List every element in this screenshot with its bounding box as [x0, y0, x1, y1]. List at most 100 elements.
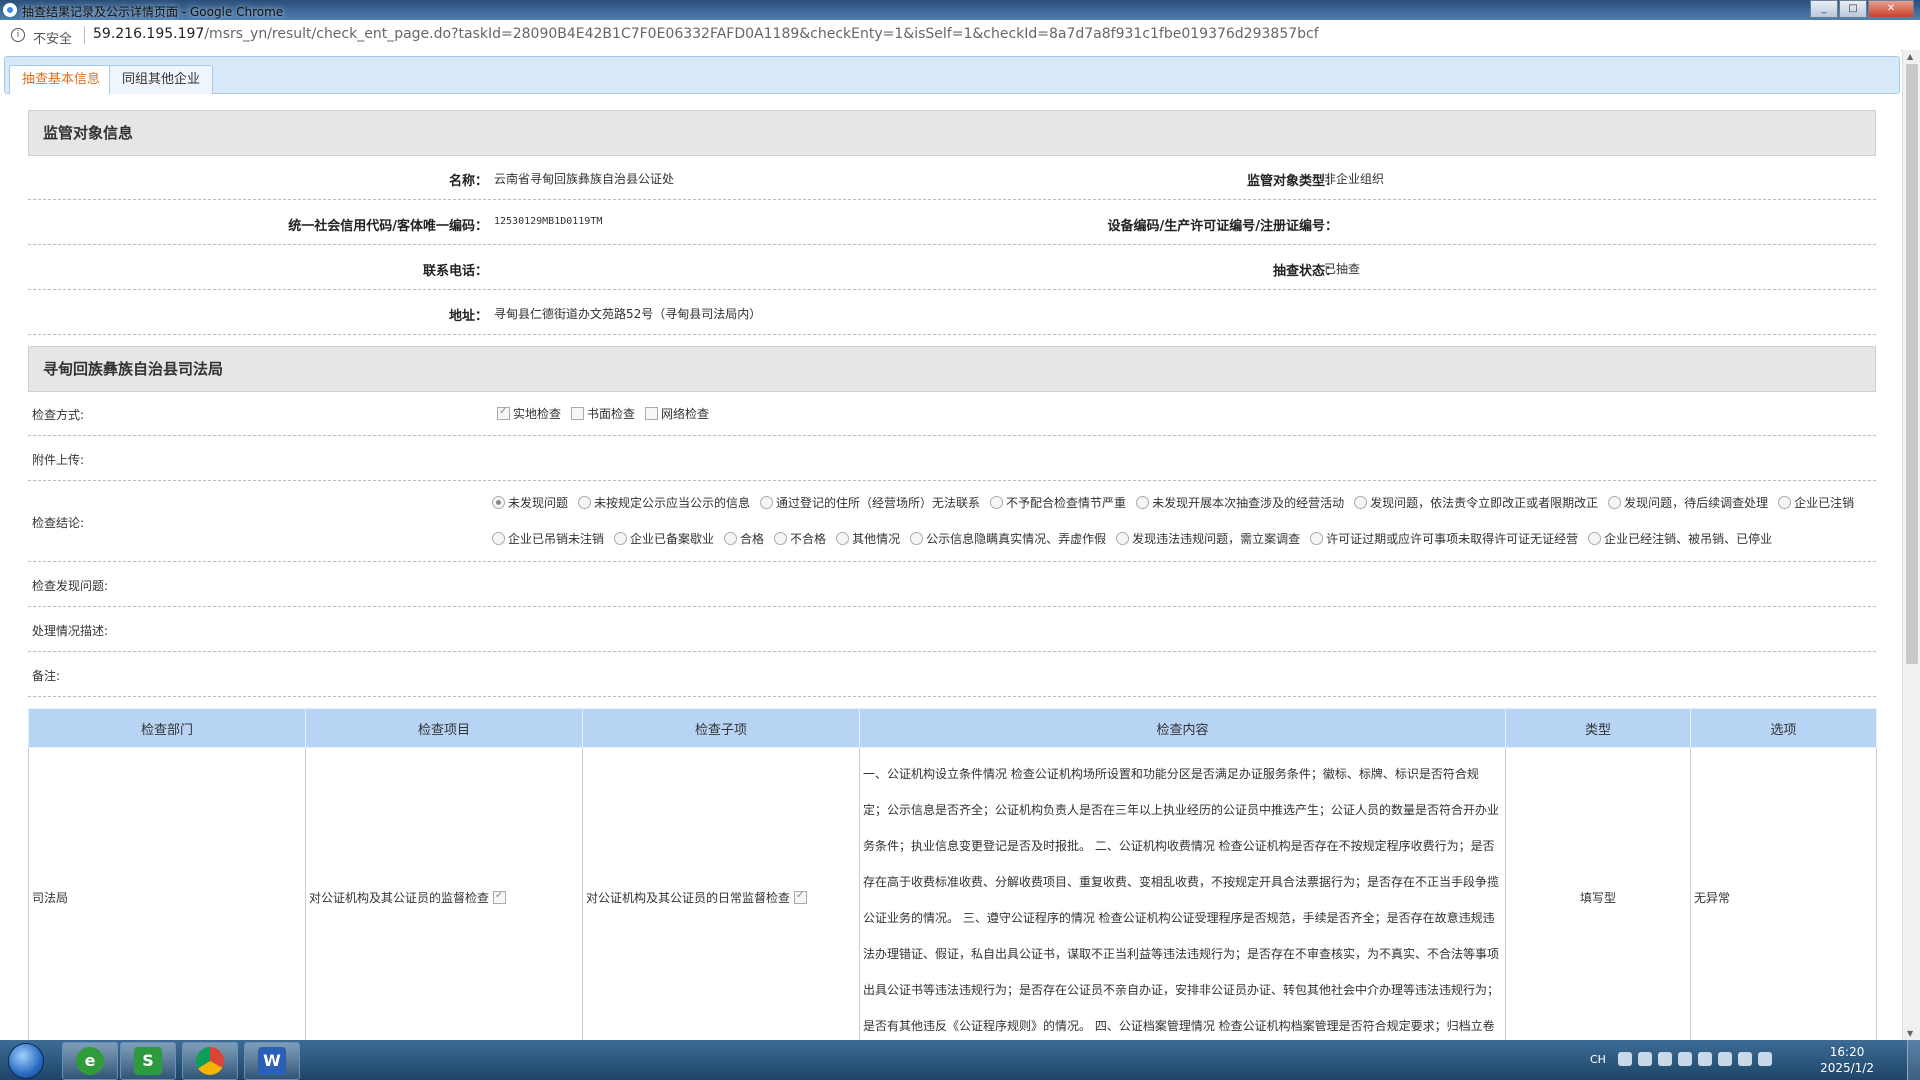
conclusion-radio[interactable]	[910, 532, 924, 545]
method-checkbox[interactable]	[571, 407, 585, 420]
conclusion-radio[interactable]	[760, 496, 774, 509]
row-code: 统一社会信用代码/客体唯一编码： 12530129MB1D0119TM 设备编码…	[28, 200, 1876, 245]
windows-logo-icon	[8, 1043, 44, 1079]
name-label: 名称：	[448, 174, 488, 189]
cell-subitem: 对公证机构及其公证员的日常监督检查	[582, 747, 860, 1040]
start-button[interactable]	[2, 1041, 50, 1079]
conclusion-radio[interactable]	[492, 532, 505, 545]
chrome-icon	[196, 1047, 224, 1075]
conclusion-option[interactable]: 不合格	[774, 532, 826, 546]
method-checkbox[interactable]	[645, 407, 659, 420]
address-separator	[84, 26, 85, 44]
method-option[interactable]: 实地检查	[497, 406, 561, 421]
show-desktop-button[interactable]	[1907, 1040, 1920, 1080]
cell-dept: 司法局	[28, 747, 306, 1040]
taskbar-app-browser[interactable]: e	[62, 1042, 118, 1080]
row-conclusion: 检查结论: 未发现问题 未按规定公示应当公示的信息 通过登记的住所（经营场所）无法联…	[28, 481, 1876, 562]
conclusion-radio[interactable]	[990, 496, 1004, 509]
method-checkbox[interactable]	[497, 406, 510, 420]
conclusion-radio[interactable]	[492, 496, 505, 509]
conclusion-option[interactable]: 发现违法违规问题，需立案调查	[1116, 532, 1300, 546]
conclusion-radio[interactable]	[1116, 532, 1130, 545]
vertical-scrollbar[interactable]: ▲ ▼	[1902, 50, 1920, 1040]
taskbar-app-chrome[interactable]	[182, 1042, 238, 1080]
minimize-button[interactable]: _	[1810, 0, 1838, 18]
scroll-thumb[interactable]	[1906, 64, 1918, 664]
volume-icon[interactable]	[1738, 1052, 1752, 1066]
status-label: 抽查状态：	[1272, 264, 1338, 279]
close-button[interactable]: ✕	[1868, 0, 1914, 18]
writer-icon: W	[258, 1047, 286, 1075]
taskbar-app-writer[interactable]: W	[244, 1042, 300, 1080]
arrow-up-icon[interactable]	[1638, 1052, 1652, 1066]
conclusion-option[interactable]: 不予配合检查情节严重	[990, 496, 1126, 510]
app-tray-icon[interactable]	[1698, 1052, 1712, 1066]
conclusion-option[interactable]: 许可证过期或应许可事项未取得许可证无证经营	[1310, 532, 1578, 546]
conclusion-radio[interactable]	[724, 532, 738, 545]
conclusion-option[interactable]: 企业已注销	[1778, 496, 1854, 510]
url-text[interactable]: 59.216.195.197/msrs_yn/result/check_ent_…	[93, 26, 1319, 42]
conclusion-radio[interactable]	[774, 532, 788, 545]
conclusion-option[interactable]: 企业已备案歇业	[614, 532, 714, 546]
ie-browser-icon: e	[76, 1047, 104, 1075]
clock-date: 2025/1/2	[1820, 1061, 1874, 1075]
shield-icon[interactable]	[1658, 1052, 1672, 1066]
tab-other-companies[interactable]: 同组其他企业	[109, 65, 214, 94]
conclusion-radio[interactable]	[1778, 496, 1792, 509]
header-content: 检查内容	[859, 708, 1506, 748]
name-value: 云南省寻甸回族彝族自治县公证处	[494, 172, 675, 186]
header-dept: 检查部门	[28, 708, 306, 748]
maximize-button[interactable]: □	[1839, 0, 1867, 18]
conclusion-radio[interactable]	[578, 496, 592, 509]
conclusion-option[interactable]: 未发现开展本次抽查涉及的经营活动	[1136, 496, 1344, 510]
conclusion-option[interactable]: 其他情况	[836, 532, 900, 546]
method-option[interactable]: 网络检查	[645, 407, 709, 421]
tab-basic-info[interactable]: 抽查基本信息	[9, 65, 114, 94]
type-label: 监管对象类型：	[1246, 174, 1338, 189]
address-bar[interactable]: i 不安全 59.216.195.197/msrs_yn/result/chec…	[0, 20, 1920, 51]
conclusion-radio[interactable]	[836, 532, 850, 545]
conclusion-option[interactable]: 未按规定公示应当公示的信息	[578, 496, 750, 510]
taskbar-app-spreadsheet[interactable]: S	[120, 1042, 176, 1080]
chrome-logo-icon	[3, 3, 17, 17]
conclusion-radio[interactable]	[1588, 532, 1602, 545]
scroll-up-icon[interactable]: ▲	[1907, 52, 1913, 61]
conclusion-radio[interactable]	[1354, 496, 1368, 509]
status-value: 已抽查	[1324, 262, 1361, 276]
network-icon[interactable]	[1718, 1052, 1732, 1066]
help-icon[interactable]	[1618, 1052, 1632, 1066]
clock[interactable]: 16:20 2025/1/2	[1820, 1044, 1874, 1076]
input-language[interactable]: CH	[1590, 1053, 1606, 1066]
conclusion-radio[interactable]	[614, 532, 628, 545]
conclusion-option[interactable]: 发现问题，依法责令立即改正或者限期改正	[1354, 496, 1598, 510]
conclusion-option[interactable]: 合格	[724, 532, 764, 546]
issues-label: 检查发现问题:	[32, 579, 109, 593]
cell-type: 填写型	[1505, 747, 1691, 1040]
security-indicator[interactable]: 不安全	[33, 28, 72, 47]
method-option[interactable]: 书面检查	[571, 407, 635, 421]
conclusion-option[interactable]: 公示信息隐瞒真实情况、弄虚作假	[910, 532, 1106, 546]
code-label: 统一社会信用代码/客体唯一编码：	[288, 219, 488, 234]
lock-icon[interactable]	[1678, 1052, 1692, 1066]
row-method: 检查方式: 实地检查书面检查网络检查	[28, 391, 1876, 436]
notification-icon[interactable]	[1758, 1052, 1772, 1066]
conclusion-option[interactable]: 未发现问题	[492, 496, 568, 510]
clock-time: 16:20	[1829, 1045, 1865, 1059]
type-value: 非企业组织	[1324, 172, 1385, 186]
conclusion-radio[interactable]	[1310, 532, 1324, 545]
row-remarks: 备注:	[28, 652, 1876, 697]
page-content: 抽查基本信息 同组其他企业 监管对象信息 名称： 云南省寻甸回族彝族自治县公证处…	[0, 50, 1900, 1040]
scroll-down-icon[interactable]: ▼	[1907, 1029, 1913, 1038]
conclusion-option[interactable]: 发现问题，待后续调查处理	[1608, 496, 1768, 510]
info-icon[interactable]: i	[11, 28, 25, 42]
conclusion-option[interactable]: 企业已经注销、被吊销、已停业	[1588, 532, 1772, 546]
conclusion-option[interactable]: 通过登记的住所（经营场所）无法联系	[760, 496, 980, 510]
tray-icons	[1618, 1052, 1778, 1066]
handling-label: 处理情况描述:	[32, 624, 109, 638]
conclusion-radio[interactable]	[1136, 496, 1150, 509]
conclusion-option[interactable]: 企业已吊销未注销	[492, 532, 604, 546]
item-checkbox[interactable]	[492, 890, 506, 904]
conclusion-radio[interactable]	[1608, 496, 1622, 509]
check-items-table: 检查部门 检查项目 检查子项 检查内容 类型 选项 司法局 对公证机构及其公证员…	[28, 708, 1877, 1040]
subitem-checkbox[interactable]	[793, 890, 807, 904]
